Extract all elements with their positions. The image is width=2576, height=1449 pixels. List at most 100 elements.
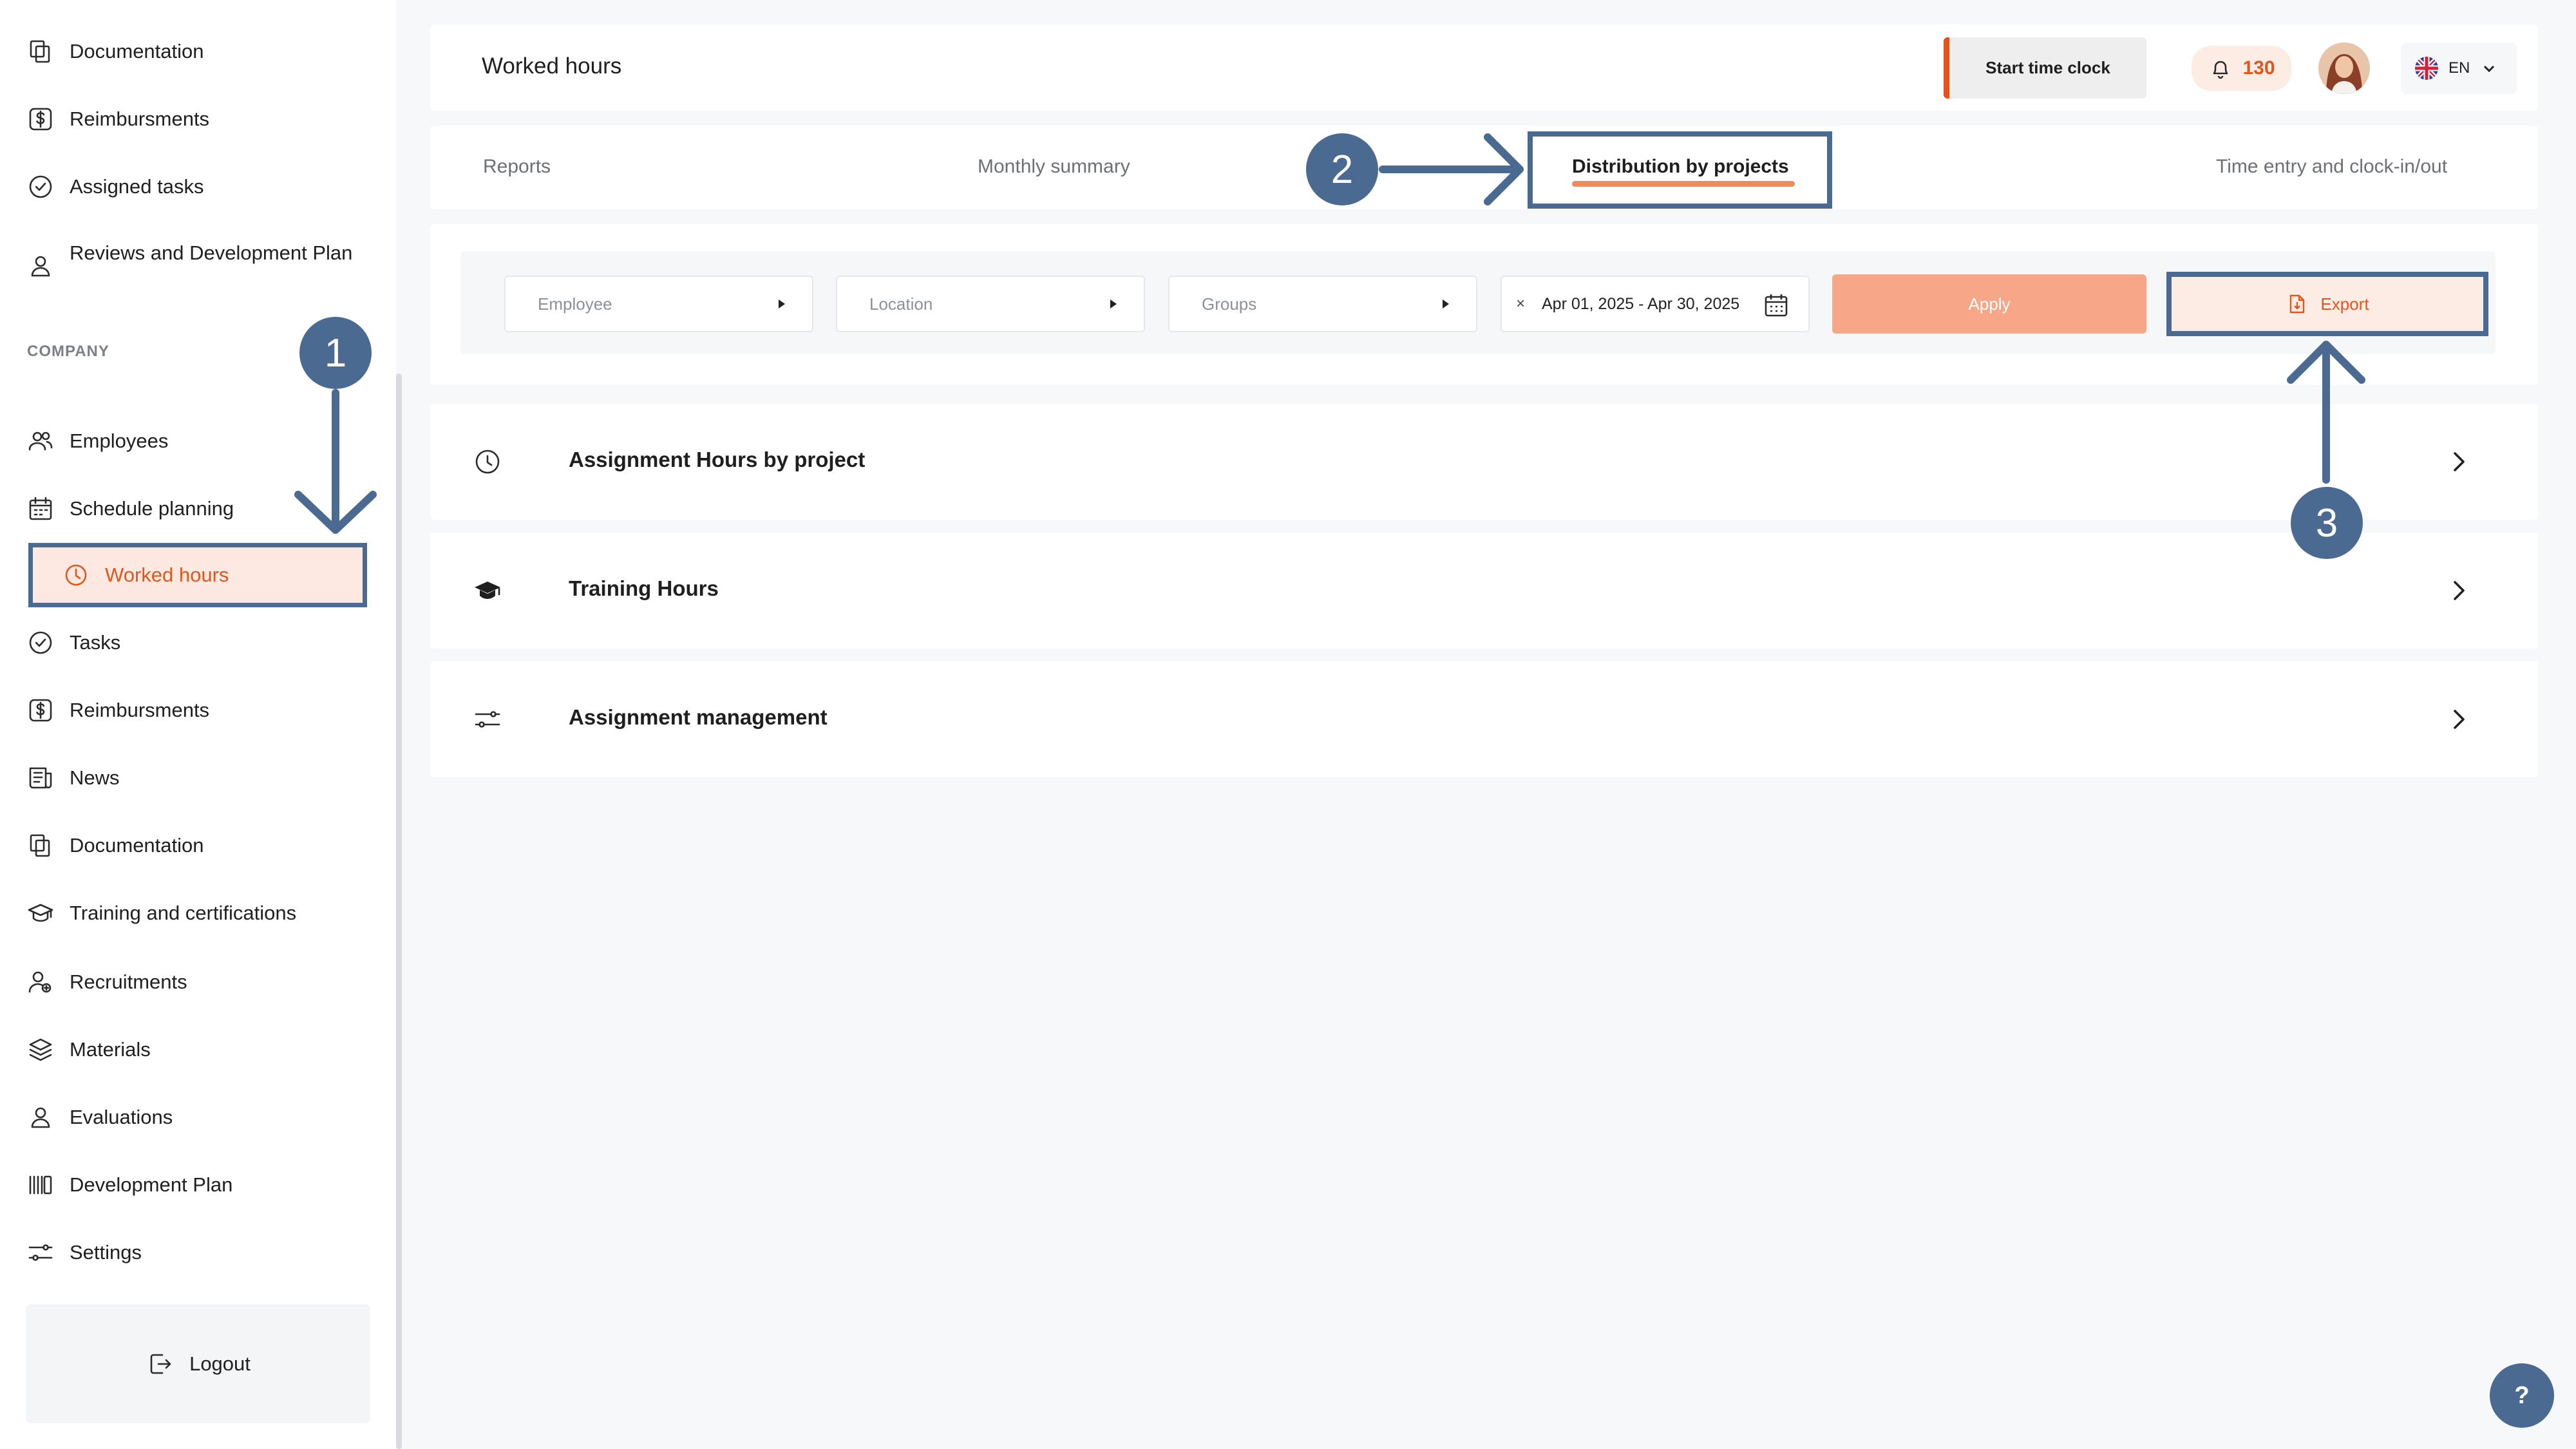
- clock-icon: [473, 447, 502, 477]
- check-circle-icon: [27, 173, 54, 200]
- graduation-cap-icon: [473, 576, 502, 605]
- annotation-step-1: 1: [299, 317, 372, 389]
- sidebar-item-label: Training and certifications: [70, 902, 297, 924]
- language-selector[interactable]: EN: [2401, 43, 2517, 94]
- language-code: EN: [2448, 59, 2470, 77]
- sidebar-item-label: Tasks: [70, 631, 121, 654]
- sidebar-item-label: Assigned tasks: [70, 175, 204, 198]
- bars-icon: [27, 1171, 54, 1198]
- chevron-right-icon: [2444, 576, 2474, 605]
- users-icon: [27, 428, 54, 455]
- sidebar-item-label: News: [70, 766, 120, 789]
- calendar-icon: [27, 495, 54, 522]
- apply-button[interactable]: Apply: [1832, 274, 2146, 334]
- dollar-icon: [27, 106, 54, 133]
- sidebar-item-label: Worked hours: [105, 564, 229, 586]
- report-title: Training Hours: [569, 576, 719, 600]
- page-title: Worked hours: [482, 53, 622, 79]
- points-badge[interactable]: 130: [2192, 46, 2291, 91]
- groups-select[interactable]: Groups: [1168, 276, 1477, 332]
- report-title: Assignment Hours by project: [569, 448, 866, 471]
- sidebar-item-materials[interactable]: Materials: [26, 1024, 370, 1075]
- sidebar-item-label: Evaluations: [70, 1106, 173, 1128]
- news-icon: [27, 764, 54, 791]
- sidebar-item-label: Schedule planning: [70, 497, 234, 520]
- person-icon: [27, 1104, 54, 1131]
- groups-select-placeholder: Groups: [1202, 294, 1257, 314]
- clear-date-icon[interactable]: ×: [1516, 295, 1533, 313]
- employee-select[interactable]: Employee: [504, 276, 813, 332]
- annotation-highlight-tab: [1528, 131, 1832, 209]
- sidebar-item-label: Settings: [70, 1241, 142, 1264]
- report-assignment-hours-by-project[interactable]: Assignment Hours by project: [430, 404, 2538, 520]
- caret-right-icon: [1110, 299, 1117, 308]
- sidebar-item-settings[interactable]: Settings: [26, 1227, 370, 1278]
- date-range-value: Apr 01, 2025 - Apr 30, 2025: [1542, 294, 1740, 313]
- sidebar-item-label: Reimbursments: [70, 699, 210, 721]
- sidebar-item-label: Materials: [70, 1038, 151, 1061]
- points-count: 130: [2242, 57, 2275, 79]
- top-header: Worked hours Start time clock 130 EN: [430, 24, 2538, 111]
- sidebar-item-news[interactable]: News: [26, 752, 370, 804]
- check-circle-icon: [27, 629, 54, 656]
- sidebar-item-documentation-company[interactable]: Documentation: [26, 820, 370, 871]
- employee-select-placeholder: Employee: [538, 294, 612, 314]
- sidebar-item-assigned-tasks[interactable]: Assigned tasks: [26, 161, 370, 213]
- sliders-icon: [27, 1239, 54, 1266]
- dollar-icon: [27, 697, 54, 724]
- clock-icon: [62, 562, 90, 589]
- logout-icon: [146, 1350, 174, 1378]
- export-button[interactable]: Export: [2166, 272, 2488, 336]
- sidebar-item-label: Documentation: [70, 40, 204, 62]
- recruit-icon: [27, 969, 54, 996]
- sidebar-section-title: COMPANY: [27, 343, 109, 360]
- sidebar-item-label: Reimbursments: [70, 108, 210, 130]
- sidebar-item-label: Documentation: [70, 834, 204, 857]
- tab-time-entry[interactable]: Time entry and clock-in/out: [2216, 156, 2447, 178]
- sidebar-item-schedule-planning[interactable]: Schedule planning: [26, 483, 370, 535]
- report-assignment-management[interactable]: Assignment management: [430, 661, 2538, 777]
- annotation-step-3: 3: [2291, 487, 2363, 559]
- chevron-down-icon: [2480, 59, 2498, 77]
- sidebar-item-tasks[interactable]: Tasks: [26, 617, 370, 668]
- uk-flag-icon: [2415, 57, 2438, 80]
- sidebar-item-reimbursments-company[interactable]: Reimbursments: [26, 685, 370, 736]
- graduation-cap-icon: [27, 900, 54, 927]
- tab-monthly-summary[interactable]: Monthly summary: [978, 156, 1130, 178]
- sidebar-item-label: Development Plan: [70, 1173, 233, 1196]
- caret-right-icon: [1443, 299, 1449, 308]
- logout-button[interactable]: Logout: [26, 1304, 370, 1423]
- sidebar: Documentation Reimbursments Assigned tas…: [0, 0, 396, 1449]
- export-label: Export: [2320, 294, 2369, 314]
- logout-label: Logout: [189, 1352, 251, 1375]
- file-export-icon: [2286, 293, 2307, 315]
- report-training-hours[interactable]: Training Hours: [430, 533, 2538, 649]
- tab-bar: Reports Monthly summary Distribution by …: [430, 126, 2538, 209]
- sidebar-item-evaluations[interactable]: Evaluations: [26, 1092, 370, 1143]
- calendar-icon[interactable]: [1762, 291, 1790, 319]
- start-time-clock-button[interactable]: Start time clock: [1944, 37, 2146, 99]
- sidebar-item-employees[interactable]: Employees: [26, 415, 370, 467]
- report-title: Assignment management: [569, 705, 828, 729]
- location-select[interactable]: Location: [836, 276, 1145, 332]
- tab-reports[interactable]: Reports: [483, 156, 551, 178]
- sidebar-item-development-plan[interactable]: Development Plan: [26, 1159, 370, 1211]
- sidebar-item-training[interactable]: Training and certifications: [26, 887, 370, 939]
- sidebar-item-reviews[interactable]: Reviews and Development Plan: [26, 238, 370, 303]
- sidebar-item-label: Reviews and Development Plan: [70, 242, 353, 264]
- layers-icon: [27, 1036, 54, 1063]
- help-button[interactable]: ?: [2490, 1363, 2554, 1428]
- chevron-right-icon: [2444, 447, 2474, 477]
- caret-right-icon: [779, 299, 785, 308]
- sidebar-item-worked-hours[interactable]: Worked hours: [28, 543, 367, 607]
- sidebar-scrollbar[interactable]: [396, 374, 402, 1449]
- sidebar-item-recruitments[interactable]: Recruitments: [26, 956, 370, 1008]
- documents-icon: [27, 38, 54, 65]
- sidebar-item-documentation[interactable]: Documentation: [26, 26, 370, 77]
- avatar[interactable]: [2318, 43, 2370, 94]
- chevron-right-icon: [2444, 705, 2474, 734]
- sidebar-item-reimbursments[interactable]: Reimbursments: [26, 93, 370, 145]
- annotation-step-2: 2: [1306, 133, 1378, 205]
- location-select-placeholder: Location: [869, 294, 933, 314]
- date-range-input[interactable]: × Apr 01, 2025 - Apr 30, 2025: [1501, 276, 1810, 332]
